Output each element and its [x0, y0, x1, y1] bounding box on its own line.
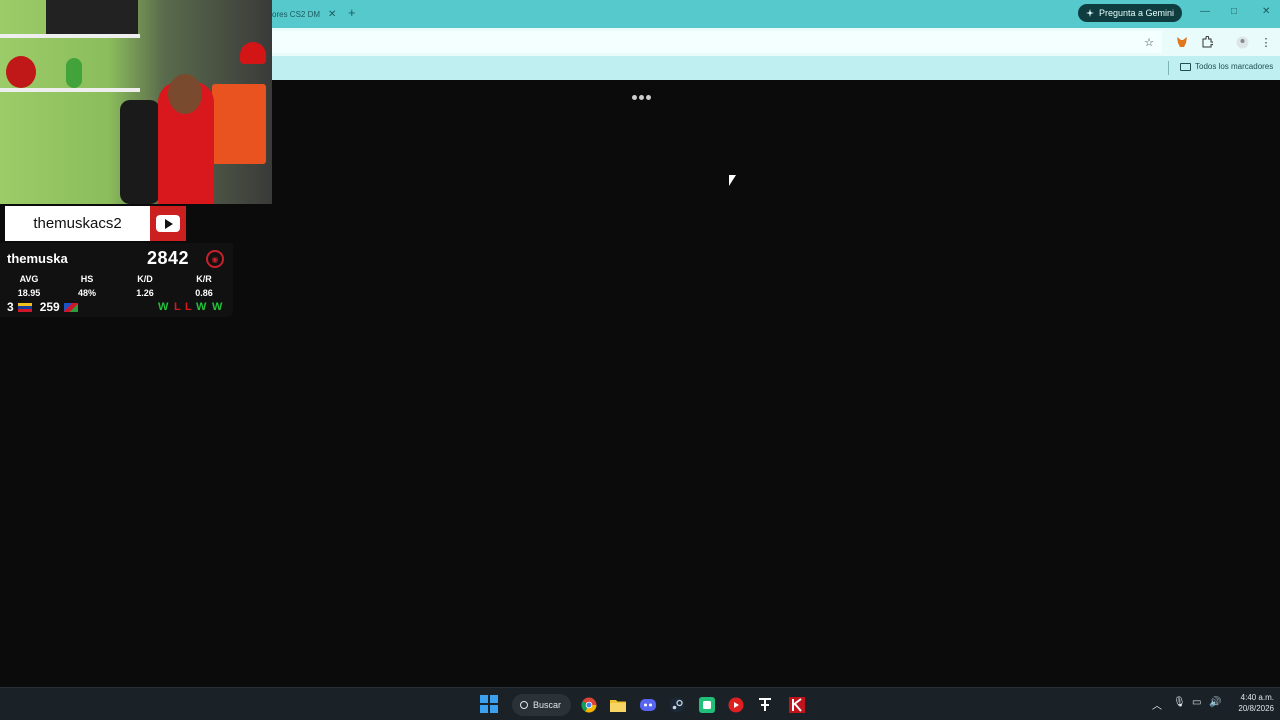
- country-rank: 3: [7, 300, 14, 314]
- volume-icon[interactable]: 🔊: [1209, 697, 1221, 708]
- address-bar[interactable]: [272, 31, 1162, 53]
- mouse-cursor-icon: [729, 175, 736, 186]
- search-label: Buscar: [533, 700, 562, 710]
- tray-overflow-icon[interactable]: ︿: [1152, 697, 1162, 712]
- stat-avg: AVG 18.95: [17, 274, 41, 298]
- extensions-icon[interactable]: [1199, 34, 1215, 50]
- faceit-stats-panel: themuska 2842 ◉ AVG 18.95 HS 48% K/D 1.26 K…: [0, 243, 233, 317]
- result-1: W: [158, 301, 169, 313]
- profile-icon[interactable]: [1234, 34, 1250, 50]
- file-explorer-icon[interactable]: [608, 695, 628, 715]
- close-window-button[interactable]: ✕: [1262, 6, 1270, 17]
- stat-hs: HS 48%: [77, 274, 96, 298]
- loading-indicator: [632, 95, 651, 100]
- youtube-icon: [150, 206, 186, 241]
- taskbar-search-button[interactable]: Buscar: [512, 694, 572, 716]
- tab-title: ores CS2 DM: [272, 9, 321, 19]
- rank-row: 3 259: [7, 300, 78, 314]
- app-k-icon[interactable]: [787, 695, 807, 715]
- clock-date: 20/8/2026: [1238, 704, 1274, 713]
- youtube-app-icon[interactable]: [726, 695, 746, 715]
- player-name: themuska: [7, 251, 68, 266]
- windows-start-icon[interactable]: [480, 695, 498, 713]
- tab-close-icon[interactable]: ✕: [328, 9, 336, 20]
- all-bookmarks-button[interactable]: Todos los marcadores: [1180, 62, 1273, 71]
- webcam-feed: [0, 0, 272, 204]
- chrome-icon[interactable]: [579, 695, 599, 715]
- result-3: L: [185, 301, 192, 313]
- region-rank: 259: [39, 300, 60, 314]
- channel-name: themuskacs2: [5, 206, 150, 241]
- app-green-icon[interactable]: [697, 695, 717, 715]
- taskbar-clock[interactable]: 4:40 a.m. 20/8/2026: [1228, 692, 1274, 714]
- result-5: W: [212, 301, 223, 313]
- network-icon[interactable]: ▭: [1192, 697, 1201, 708]
- app-terminal-icon[interactable]: [755, 695, 775, 715]
- star-icon[interactable]: ☆: [1141, 34, 1157, 50]
- result-4: W: [196, 301, 207, 313]
- new-tab-button[interactable]: +: [348, 5, 356, 21]
- search-icon: [520, 701, 528, 709]
- menu-icon[interactable]: ⋮: [1258, 34, 1274, 50]
- stat-kd: K/D 1.26: [136, 274, 154, 298]
- metamask-icon[interactable]: [1174, 34, 1190, 50]
- windows-taskbar: Buscar ︿ 🎙 ▭ 🔊 4:40 a.m. 20/8/2026: [0, 687, 1280, 720]
- clock-time: 4:40 a.m.: [1240, 693, 1274, 702]
- bookmarks-separator: [1168, 61, 1169, 75]
- gemini-label: Pregunta a Gemini: [1099, 8, 1175, 18]
- microphone-icon[interactable]: 🎙: [1173, 697, 1186, 708]
- browser-tab[interactable]: ores CS2 DM ✕: [272, 4, 336, 24]
- elo-value: 2842: [147, 248, 190, 268]
- result-2: L: [174, 301, 181, 313]
- maximize-button[interactable]: □: [1231, 6, 1237, 17]
- gemini-button[interactable]: Pregunta a Gemini: [1078, 4, 1183, 22]
- screen: ores CS2 DM ✕ + Pregunta a Gemini — □ ✕ …: [0, 0, 1280, 720]
- discord-icon[interactable]: [638, 695, 658, 715]
- gemini-spark-icon: [1086, 9, 1094, 17]
- all-bookmarks-label: Todos los marcadores: [1195, 62, 1274, 71]
- folder-icon: [1180, 62, 1191, 71]
- stat-kr: K/R 0.86: [195, 274, 213, 298]
- venezuela-flag-icon: [17, 302, 32, 312]
- minimize-button[interactable]: —: [1200, 6, 1210, 17]
- level-badge-icon: ◉: [206, 250, 224, 268]
- region-flag-icon: [63, 302, 78, 312]
- steam-icon[interactable]: [667, 695, 687, 715]
